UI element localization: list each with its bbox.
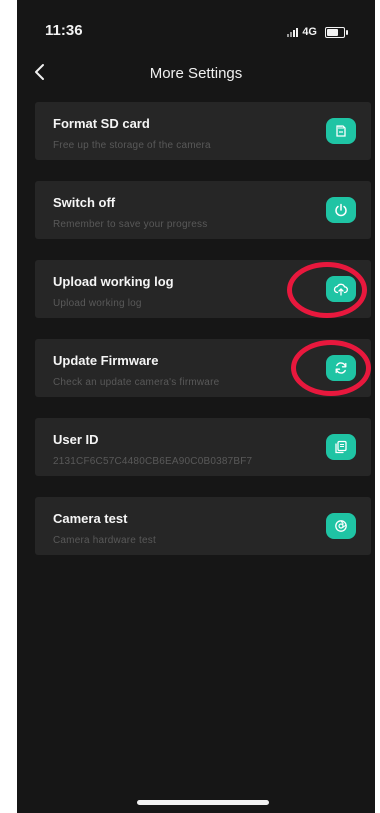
setting-title: Upload working log [53,274,174,289]
status-indicators: 4G [287,26,348,38]
setting-subtitle: Upload working log [53,298,142,309]
setting-title: Switch off [53,195,116,210]
setting-user-id: User ID 2131CF6C57C4480CB6EA90C0B0387BF7 [35,418,371,476]
home-indicator [137,800,269,805]
camera-test-button[interactable] [326,513,356,539]
copy-user-id-button[interactable] [326,434,356,460]
setting-subtitle: Free up the storage of the camera [53,140,211,151]
status-bar: 11:36 4G [17,0,375,58]
switch-off-button[interactable] [326,197,356,223]
setting-format-sd-card: Format SD card Free up the storage of th… [35,102,371,160]
page-title: More Settings [149,65,243,82]
setting-title: Format SD card [53,116,150,131]
power-icon [335,203,347,217]
setting-update-firmware: Update Firmware Check an update camera's… [35,339,371,397]
battery-icon [325,26,348,38]
update-firmware-button[interactable] [326,355,356,381]
upload-log-button[interactable] [326,276,356,302]
phone-screen: 11:36 4G More Settings Format SD card Fr… [17,0,375,813]
copy-icon [335,440,347,454]
setting-camera-test: Camera test Camera hardware test [35,497,371,555]
setting-title: Camera test [53,511,128,526]
cloud-upload-icon [333,283,348,296]
setting-upload-working-log: Upload working log Upload working log [35,260,371,318]
setting-title: Update Firmware [53,353,159,368]
refresh-icon [335,362,347,374]
setting-subtitle: Remember to save your progress [53,219,208,230]
settings-list: Format SD card Free up the storage of th… [35,102,371,576]
setting-subtitle: Camera hardware test [53,535,156,546]
format-sd-button[interactable] [326,118,356,144]
signal-icon [287,27,299,37]
status-time: 11:36 [45,22,83,39]
setting-subtitle: 2131CF6C57C4480CB6EA90C0B0387BF7 [53,456,253,467]
nav-header: More Settings [17,58,375,88]
sd-card-icon [336,125,346,137]
setting-subtitle: Check an update camera's firmware [53,377,220,388]
camera-test-icon [335,520,347,532]
setting-switch-off: Switch off Remember to save your progres… [35,181,371,239]
setting-title: User ID [53,432,99,447]
network-label: 4G [302,26,317,38]
